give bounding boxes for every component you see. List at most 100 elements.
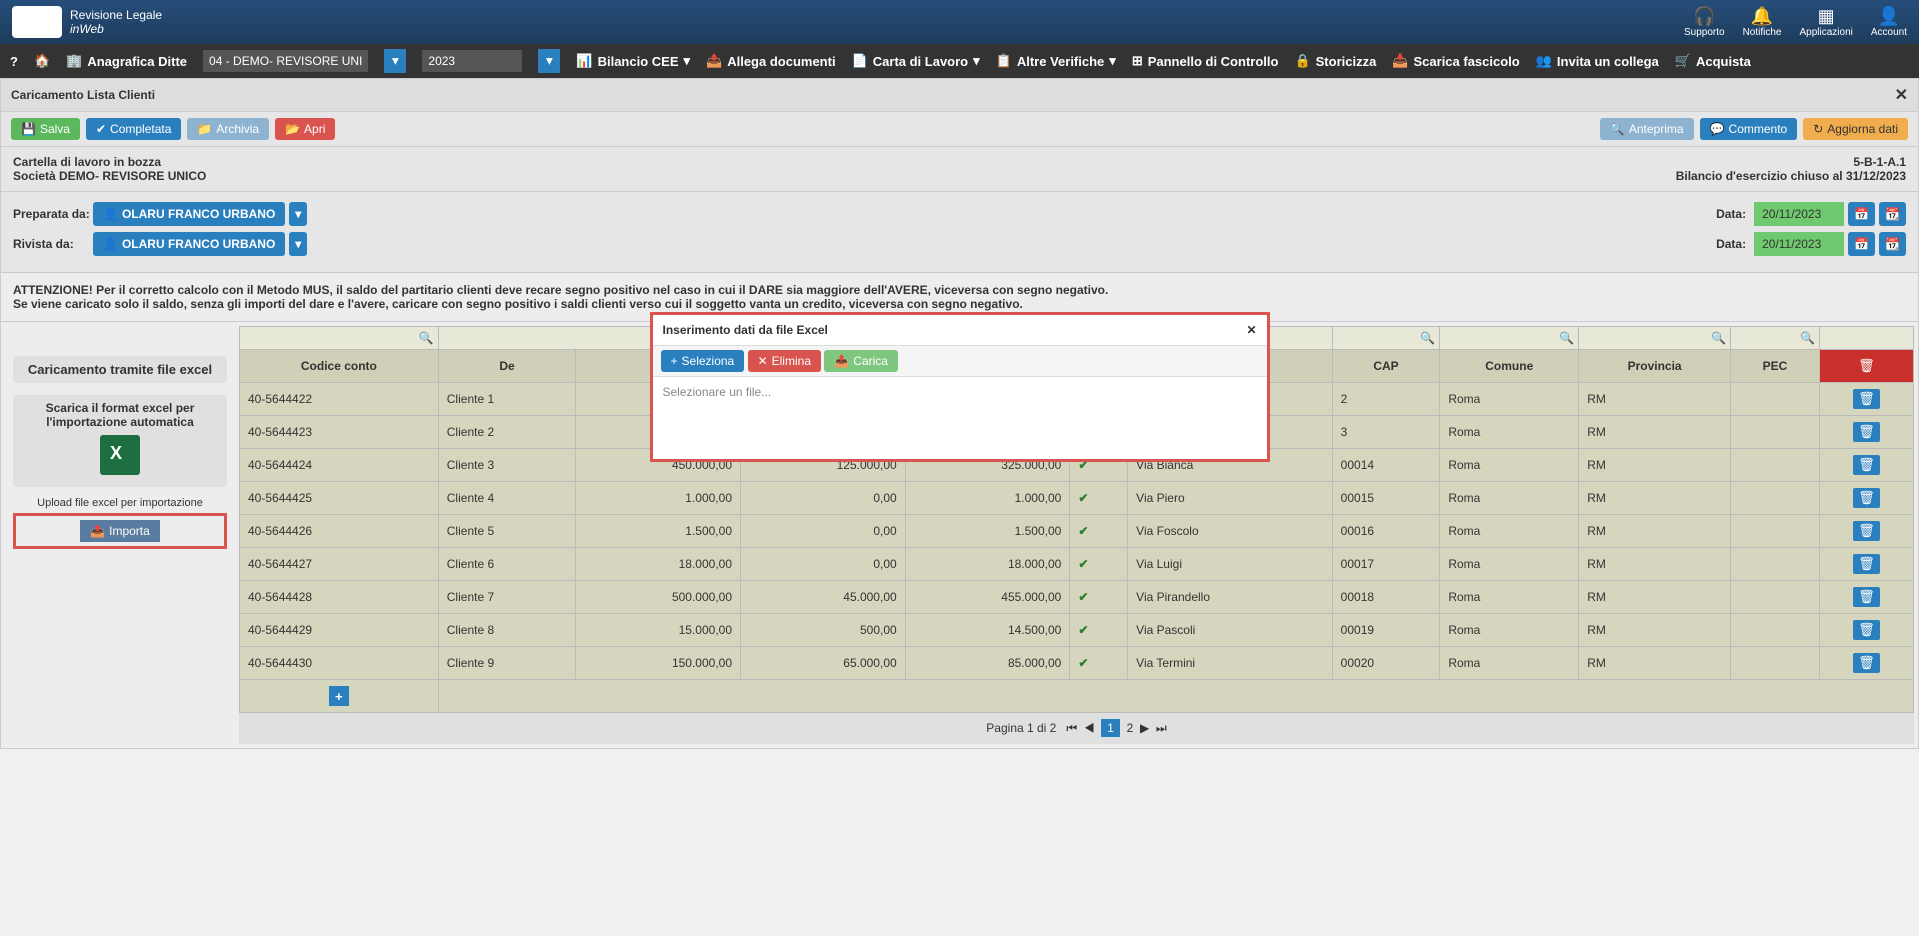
cell-v4[interactable]: 65.000,00 bbox=[741, 647, 906, 680]
apri-button[interactable]: 📂 Apri bbox=[275, 118, 335, 140]
delete-row-icon[interactable]: 🗑 bbox=[1853, 422, 1880, 442]
cell-prov[interactable]: RM bbox=[1579, 614, 1731, 647]
applications-link[interactable]: ▦ Applicazioni bbox=[1799, 6, 1852, 38]
rivista-clear-icon[interactable]: 📆 bbox=[1879, 232, 1906, 256]
carica-button[interactable]: 📤 Carica bbox=[824, 350, 898, 372]
nav-storicizza[interactable]: 🔒 Storicizza bbox=[1294, 53, 1376, 69]
cell-v4[interactable]: 0,00 bbox=[741, 515, 906, 548]
cell-desc[interactable]: Cliente 3 bbox=[438, 449, 576, 482]
preparata-date[interactable]: 20/11/2023 bbox=[1754, 202, 1844, 226]
elimina-button[interactable]: ✕ Elimina bbox=[748, 350, 821, 372]
cell-v4[interactable]: 0,00 bbox=[741, 548, 906, 581]
cell-desc[interactable]: Cliente 2 bbox=[438, 416, 576, 449]
importa-button[interactable]: 📤 Importa bbox=[80, 520, 160, 542]
cell-pec[interactable] bbox=[1730, 383, 1819, 416]
search-cap[interactable]: 🔍 bbox=[1332, 327, 1440, 350]
year-select[interactable]: 2023 bbox=[422, 50, 522, 72]
cell-cap[interactable]: 00016 bbox=[1332, 515, 1440, 548]
delete-row-icon[interactable]: 🗑 bbox=[1853, 554, 1880, 574]
cell-via[interactable]: Via Piero bbox=[1128, 482, 1333, 515]
preparata-clear-icon[interactable]: 📆 bbox=[1879, 202, 1906, 226]
preparata-calendar-icon[interactable]: 📅 bbox=[1848, 202, 1875, 226]
preparata-caret[interactable]: ▾ bbox=[289, 202, 307, 226]
delete-row-icon[interactable]: 🗑 bbox=[1853, 653, 1880, 673]
support-link[interactable]: 🎧 Supporto bbox=[1684, 6, 1725, 38]
cell-v5[interactable]: 18.000,00 bbox=[905, 548, 1070, 581]
cell-cap[interactable]: 00015 bbox=[1332, 482, 1440, 515]
cell-v4[interactable]: 45.000,00 bbox=[741, 581, 906, 614]
cell-v5[interactable]: 14.500,00 bbox=[905, 614, 1070, 647]
archivia-button[interactable]: 📁 Archivia bbox=[187, 118, 269, 140]
cell-v3[interactable]: 500.000,00 bbox=[576, 581, 741, 614]
cell-cap[interactable]: 2 bbox=[1332, 383, 1440, 416]
cell-pec[interactable] bbox=[1730, 416, 1819, 449]
nav-allega[interactable]: 📤 Allega documenti bbox=[706, 53, 836, 69]
cell-comune[interactable]: Roma bbox=[1440, 383, 1579, 416]
cell-via[interactable]: Via Foscolo bbox=[1128, 515, 1333, 548]
cell-cap[interactable]: 3 bbox=[1332, 416, 1440, 449]
nav-pannello[interactable]: ⊞ Pannello di Controllo bbox=[1132, 53, 1279, 69]
nav-anagrafica[interactable]: 🏢 Anagrafica Ditte bbox=[66, 53, 187, 69]
cell-desc[interactable]: Cliente 1 bbox=[438, 383, 576, 416]
notifications-link[interactable]: 🔔 Notifiche bbox=[1743, 6, 1782, 38]
cell-desc[interactable]: Cliente 7 bbox=[438, 581, 576, 614]
cell-cap[interactable]: 00014 bbox=[1332, 449, 1440, 482]
nav-bilancio[interactable]: 📊 Bilancio CEE ▾ bbox=[576, 53, 690, 69]
nav-altre[interactable]: 📋 Altre Verifiche ▾ bbox=[996, 53, 1116, 69]
cell-prov[interactable]: RM bbox=[1579, 647, 1731, 680]
search-pec[interactable]: 🔍 bbox=[1730, 327, 1819, 350]
salva-button[interactable]: 💾 Salva bbox=[11, 118, 80, 140]
cell-codice[interactable]: 40-5644428 bbox=[240, 581, 439, 614]
delete-row-icon[interactable]: 🗑 bbox=[1853, 455, 1880, 475]
delete-all-icon[interactable]: 🗑 bbox=[1853, 356, 1880, 376]
cell-desc[interactable]: Cliente 4 bbox=[438, 482, 576, 515]
cell-prov[interactable]: RM bbox=[1579, 548, 1731, 581]
cell-prov[interactable]: RM bbox=[1579, 581, 1731, 614]
rivista-user[interactable]: 👤 OLARU FRANCO URBANO bbox=[93, 232, 285, 256]
company-select[interactable]: 04 - DEMO- REVISORE UNI bbox=[203, 50, 368, 72]
rivista-date[interactable]: 20/11/2023 bbox=[1754, 232, 1844, 256]
cell-codice[interactable]: 40-5644423 bbox=[240, 416, 439, 449]
cell-comune[interactable]: Roma bbox=[1440, 515, 1579, 548]
excel-icon[interactable] bbox=[100, 435, 140, 475]
cell-comune[interactable]: Roma bbox=[1440, 482, 1579, 515]
cell-v3[interactable]: 15.000,00 bbox=[576, 614, 741, 647]
add-row-button[interactable]: + bbox=[329, 686, 349, 706]
cell-v5[interactable]: 1.500,00 bbox=[905, 515, 1070, 548]
cell-cap[interactable]: 00017 bbox=[1332, 548, 1440, 581]
nav-invita[interactable]: 👥 Invita un collega bbox=[1536, 53, 1659, 69]
page-prev[interactable]: ◀ bbox=[1084, 721, 1095, 735]
cell-codice[interactable]: 40-5644429 bbox=[240, 614, 439, 647]
nav-acquista[interactable]: 🛒 Acquista bbox=[1675, 53, 1751, 69]
cell-cap[interactable]: 00019 bbox=[1332, 614, 1440, 647]
nav-scarica[interactable]: 📥 Scarica fascicolo bbox=[1392, 53, 1519, 69]
preparata-user[interactable]: 👤 OLARU FRANCO URBANO bbox=[93, 202, 285, 226]
cell-pec[interactable] bbox=[1730, 482, 1819, 515]
delete-row-icon[interactable]: 🗑 bbox=[1853, 620, 1880, 640]
cell-codice[interactable]: 40-5644425 bbox=[240, 482, 439, 515]
cell-comune[interactable]: Roma bbox=[1440, 581, 1579, 614]
account-link[interactable]: 👤 Account bbox=[1871, 6, 1907, 38]
cell-v3[interactable]: 18.000,00 bbox=[576, 548, 741, 581]
cell-prov[interactable]: RM bbox=[1579, 416, 1731, 449]
cell-pec[interactable] bbox=[1730, 548, 1819, 581]
delete-row-icon[interactable]: 🗑 bbox=[1853, 488, 1880, 508]
search-comune[interactable]: 🔍 bbox=[1440, 327, 1579, 350]
cell-v4[interactable]: 0,00 bbox=[741, 482, 906, 515]
help-icon[interactable]: ? bbox=[10, 54, 18, 69]
rivista-calendar-icon[interactable]: 📅 bbox=[1848, 232, 1875, 256]
cell-comune[interactable]: Roma bbox=[1440, 416, 1579, 449]
panel-close[interactable]: ✕ bbox=[1895, 85, 1908, 105]
cell-desc[interactable]: Cliente 9 bbox=[438, 647, 576, 680]
cell-v5[interactable]: 1.000,00 bbox=[905, 482, 1070, 515]
cell-v3[interactable]: 1.500,00 bbox=[576, 515, 741, 548]
cell-v5[interactable]: 85.000,00 bbox=[905, 647, 1070, 680]
cell-prov[interactable]: RM bbox=[1579, 383, 1731, 416]
cell-codice[interactable]: 40-5644430 bbox=[240, 647, 439, 680]
year-dropdown-btn[interactable]: ▾ bbox=[538, 49, 560, 73]
seleziona-button[interactable]: + Seleziona bbox=[661, 350, 745, 372]
cell-codice[interactable]: 40-5644427 bbox=[240, 548, 439, 581]
cell-v5[interactable]: 455.000,00 bbox=[905, 581, 1070, 614]
cell-desc[interactable]: Cliente 5 bbox=[438, 515, 576, 548]
cell-via[interactable]: Via Pirandello bbox=[1128, 581, 1333, 614]
